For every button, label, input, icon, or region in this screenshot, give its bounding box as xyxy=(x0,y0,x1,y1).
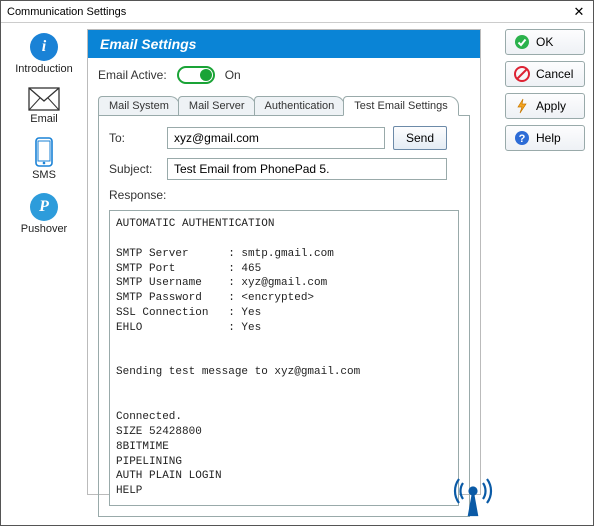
panel-title: Email Settings xyxy=(88,30,480,58)
phone-icon xyxy=(33,137,55,167)
envelope-icon xyxy=(28,87,60,111)
sidebar-item-label: Pushover xyxy=(21,223,67,235)
subject-label: Subject: xyxy=(109,162,159,176)
tab-content: To: Send Subject: Response: AUTOMATIC AU… xyxy=(98,116,470,517)
settings-panel: Email Settings Email Active: On Mail Sys… xyxy=(87,29,481,495)
email-active-state: On xyxy=(225,68,241,82)
sidebar-item-email[interactable]: Email xyxy=(1,85,87,129)
tab-test-email-settings[interactable]: Test Email Settings xyxy=(343,96,459,116)
tab-authentication[interactable]: Authentication xyxy=(254,96,346,115)
help-button[interactable]: ? Help xyxy=(505,125,585,151)
svg-text:?: ? xyxy=(519,133,526,145)
tab-mail-system[interactable]: Mail System xyxy=(98,96,180,115)
sidebar: i Introduction Email SMS P Pushover xyxy=(1,23,87,525)
tab-bar: Mail System Mail Server Authentication T… xyxy=(98,92,470,116)
response-textarea[interactable]: AUTOMATIC AUTHENTICATION SMTP Server : s… xyxy=(109,210,459,506)
sidebar-item-label: Email xyxy=(30,113,58,125)
email-active-label: Email Active: xyxy=(98,68,167,82)
ok-button[interactable]: OK xyxy=(505,29,585,55)
antenna-icon xyxy=(453,477,493,517)
sidebar-item-pushover[interactable]: P Pushover xyxy=(1,191,87,239)
window-title: Communication Settings xyxy=(7,6,126,18)
info-icon: i xyxy=(30,33,58,61)
sidebar-item-label: Introduction xyxy=(15,63,72,75)
send-button[interactable]: Send xyxy=(393,126,447,150)
help-icon: ? xyxy=(514,130,530,146)
subject-input[interactable] xyxy=(167,158,447,180)
check-icon xyxy=(514,34,530,50)
cancel-button[interactable]: Cancel xyxy=(505,61,585,87)
lightning-icon xyxy=(514,98,530,114)
response-label: Response: xyxy=(109,188,459,202)
tab-mail-server[interactable]: Mail Server xyxy=(178,96,256,115)
apply-button[interactable]: Apply xyxy=(505,93,585,119)
pushover-icon: P xyxy=(30,193,58,221)
to-label: To: xyxy=(109,131,159,145)
sidebar-item-sms[interactable]: SMS xyxy=(1,135,87,185)
titlebar: Communication Settings ✕ xyxy=(1,1,593,23)
email-active-toggle[interactable] xyxy=(177,66,215,84)
to-input[interactable] xyxy=(167,127,385,149)
sidebar-item-introduction[interactable]: i Introduction xyxy=(1,31,87,79)
close-button[interactable]: ✕ xyxy=(569,3,589,21)
dialog-buttons: OK Cancel Apply ? Help xyxy=(505,23,593,525)
cancel-icon xyxy=(514,66,530,82)
sidebar-item-label: SMS xyxy=(32,169,56,181)
